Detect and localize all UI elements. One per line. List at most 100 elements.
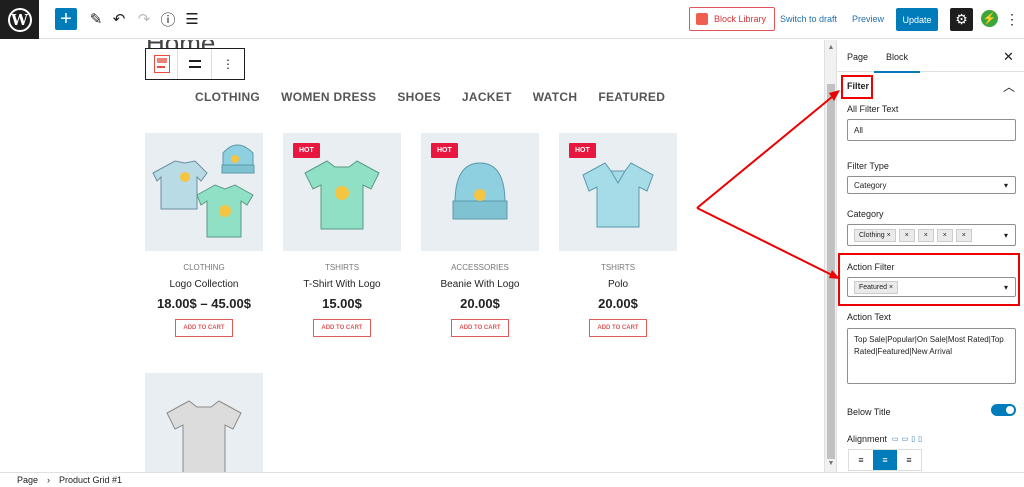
filter-women-dress[interactable]: WOMEN DRESS xyxy=(281,90,376,104)
add-to-cart-button[interactable]: ADD TO CART xyxy=(451,319,509,337)
chevron-right-icon: › xyxy=(47,475,51,485)
product-card xyxy=(145,373,263,472)
product-name[interactable]: Logo Collection xyxy=(145,279,263,290)
wordpress-logo-button[interactable]: W xyxy=(0,0,39,39)
block-options-button[interactable]: ⋮ xyxy=(212,49,244,79)
product-image[interactable] xyxy=(145,373,263,472)
category-tag[interactable]: × xyxy=(917,228,934,242)
chevron-up-icon[interactable]: ︿ xyxy=(1003,78,1015,95)
product-name[interactable]: Beanie With Logo xyxy=(421,279,539,290)
block-toolbar: ⋮ xyxy=(145,48,245,80)
undo-icon: ↶ xyxy=(112,11,126,28)
product-price: 20.00$ xyxy=(460,296,500,311)
details-button[interactable]: ⓘ xyxy=(157,8,179,30)
list-view-button[interactable]: ☰ xyxy=(181,8,203,30)
grey-tshirt-icon xyxy=(166,400,242,472)
breadcrumb: Page › Product Grid #1 xyxy=(0,472,1024,487)
vertical-ellipsis-icon: ⋮ xyxy=(1005,10,1019,27)
product-name[interactable]: Polo xyxy=(559,279,677,290)
product-image[interactable]: HOT xyxy=(559,133,677,251)
switch-to-draft-button[interactable]: Switch to draft xyxy=(780,14,837,24)
info-icon: ⓘ xyxy=(160,11,176,29)
align-center-button[interactable]: ≡ xyxy=(873,450,897,470)
product-category: TSHIRTS xyxy=(600,263,636,272)
responsive-device-icons[interactable]: ▭▭▯▯ xyxy=(892,435,925,443)
canvas-scrollbar[interactable]: ▲ ▼ xyxy=(824,40,836,472)
align-button[interactable] xyxy=(178,49,212,79)
gear-icon: ⚙ xyxy=(955,11,968,27)
product-card: CLOTHING Logo Collection 18.00$ – 45.00$… xyxy=(145,133,263,337)
filter-type-value: Category xyxy=(854,180,887,190)
category-tag[interactable]: × xyxy=(936,228,953,242)
editor-top-toolbar: W + ✎ ↶ ↷ ⓘ ☰ Block Library Switch to dr… xyxy=(0,0,1024,39)
hoodie-tshirt-beanie-icon xyxy=(152,144,255,238)
product-image[interactable]: HOT xyxy=(283,133,401,251)
below-title-toggle[interactable] xyxy=(991,404,1016,416)
align-left-icon: ≡ xyxy=(858,455,864,465)
category-tag[interactable]: × xyxy=(898,228,915,242)
product-grid-icon xyxy=(153,55,170,73)
action-text-textarea[interactable]: Top Sale|Popular|On Sale|Most Rated|Top … xyxy=(847,328,1016,384)
pencil-icon: ✎ xyxy=(89,11,103,28)
block-library-button[interactable]: Block Library xyxy=(689,7,775,31)
scroll-up-icon[interactable]: ▲ xyxy=(827,44,835,51)
filter-featured[interactable]: FEATURED xyxy=(598,90,665,104)
add-to-cart-button[interactable]: ADD TO CART xyxy=(589,319,647,337)
action-filter-highlight-box xyxy=(838,253,1020,306)
undo-button[interactable]: ↶ xyxy=(108,8,130,30)
align-icon xyxy=(188,60,201,68)
category-tag[interactable]: × xyxy=(955,228,972,242)
redo-icon: ↷ xyxy=(137,11,151,28)
category-multiselect[interactable]: Clothing × × × × × ▾ xyxy=(847,224,1016,246)
category-tag[interactable]: Clothing × xyxy=(854,228,896,242)
all-filter-text-label: All Filter Text xyxy=(847,104,899,114)
product-image[interactable] xyxy=(145,133,263,251)
add-to-cart-button[interactable]: ADD TO CART xyxy=(313,319,371,337)
filter-type-label: Filter Type xyxy=(847,161,889,171)
preview-button[interactable]: Preview xyxy=(852,14,884,24)
tab-block[interactable]: Block xyxy=(873,52,921,73)
product-image[interactable]: HOT xyxy=(421,133,539,251)
settings-button[interactable]: ⚙ xyxy=(950,8,973,31)
scroll-down-icon[interactable]: ▼ xyxy=(827,460,835,467)
hot-badge: HOT xyxy=(293,143,320,158)
jetpack-button[interactable]: ⚡ xyxy=(981,10,998,27)
hot-badge: HOT xyxy=(431,143,458,158)
product-name[interactable]: T-Shirt With Logo xyxy=(283,279,401,290)
align-left-button[interactable]: ≡ xyxy=(849,450,873,470)
breadcrumb-current[interactable]: Product Grid #1 xyxy=(59,475,122,485)
filter-watch[interactable]: WATCH xyxy=(533,90,578,104)
category-label: Category xyxy=(847,209,884,219)
breadcrumb-page[interactable]: Page xyxy=(17,475,38,485)
filter-jacket[interactable]: JACKET xyxy=(462,90,512,104)
product-category: ACCESSORIES xyxy=(451,263,509,272)
more-options-button[interactable]: ⋮ xyxy=(1005,9,1019,29)
chevron-down-icon: ▾ xyxy=(1003,180,1008,190)
below-title-label: Below Title xyxy=(847,407,891,417)
vertical-ellipsis-icon: ⋮ xyxy=(222,57,234,71)
update-button[interactable]: Update xyxy=(896,8,938,31)
product-price: 20.00$ xyxy=(598,296,638,311)
add-block-button[interactable]: + xyxy=(55,8,77,30)
align-right-button[interactable]: ≡ xyxy=(897,450,921,470)
block-type-button[interactable] xyxy=(146,49,178,79)
all-filter-text-input[interactable]: All xyxy=(847,119,1016,141)
product-category: CLOTHING xyxy=(183,263,225,272)
add-to-cart-button[interactable]: ADD TO CART xyxy=(175,319,233,337)
edit-tool-button[interactable]: ✎ xyxy=(85,8,107,30)
product-category: TSHIRTS xyxy=(324,263,360,272)
align-right-icon: ≡ xyxy=(906,455,912,465)
block-library-label: Block Library xyxy=(714,14,767,24)
tab-page[interactable]: Page xyxy=(847,52,868,62)
redo-button[interactable]: ↷ xyxy=(133,8,155,30)
close-icon[interactable]: ✕ xyxy=(1003,49,1014,65)
action-text-label: Action Text xyxy=(847,312,891,322)
filter-clothing[interactable]: CLOTHING xyxy=(195,90,260,104)
product-card: HOT TSHIRTS Polo 20.00$ ADD TO CART xyxy=(559,133,677,337)
product-card: HOT ACCESSORIES Beanie With Logo 20.00$ … xyxy=(421,133,539,337)
filter-highlight-box xyxy=(841,75,873,99)
category-tag-label: Clothing xyxy=(859,231,885,239)
filter-shoes[interactable]: SHOES xyxy=(397,90,441,104)
filter-type-select[interactable]: Category ▾ xyxy=(847,176,1016,194)
scrollbar-thumb[interactable] xyxy=(827,84,835,459)
